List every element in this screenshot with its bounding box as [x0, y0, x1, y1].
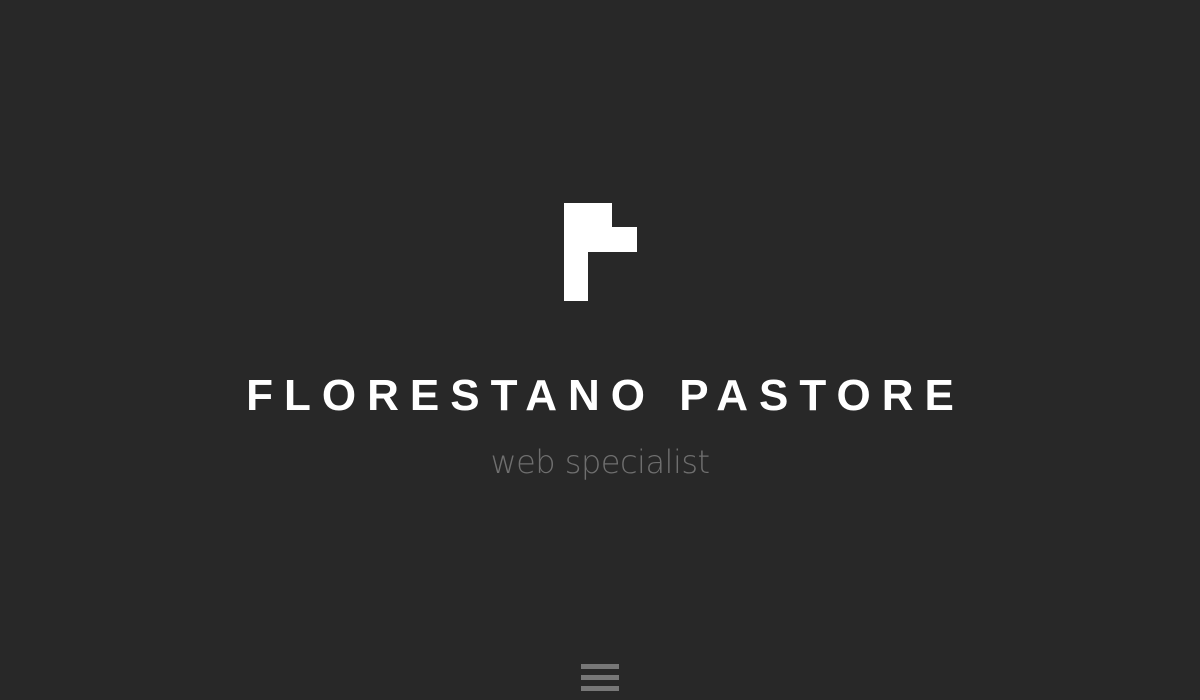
hamburger-menu-icon-bar [581, 675, 619, 680]
menu-toggle-button[interactable] [580, 664, 620, 691]
site-tagline: web specialist [490, 443, 710, 481]
logo-icon [564, 203, 637, 301]
site-owner-name: FLORESTANO PASTORE [246, 371, 965, 420]
hamburger-menu-icon [581, 664, 619, 669]
hamburger-menu-icon-bar [581, 686, 619, 691]
